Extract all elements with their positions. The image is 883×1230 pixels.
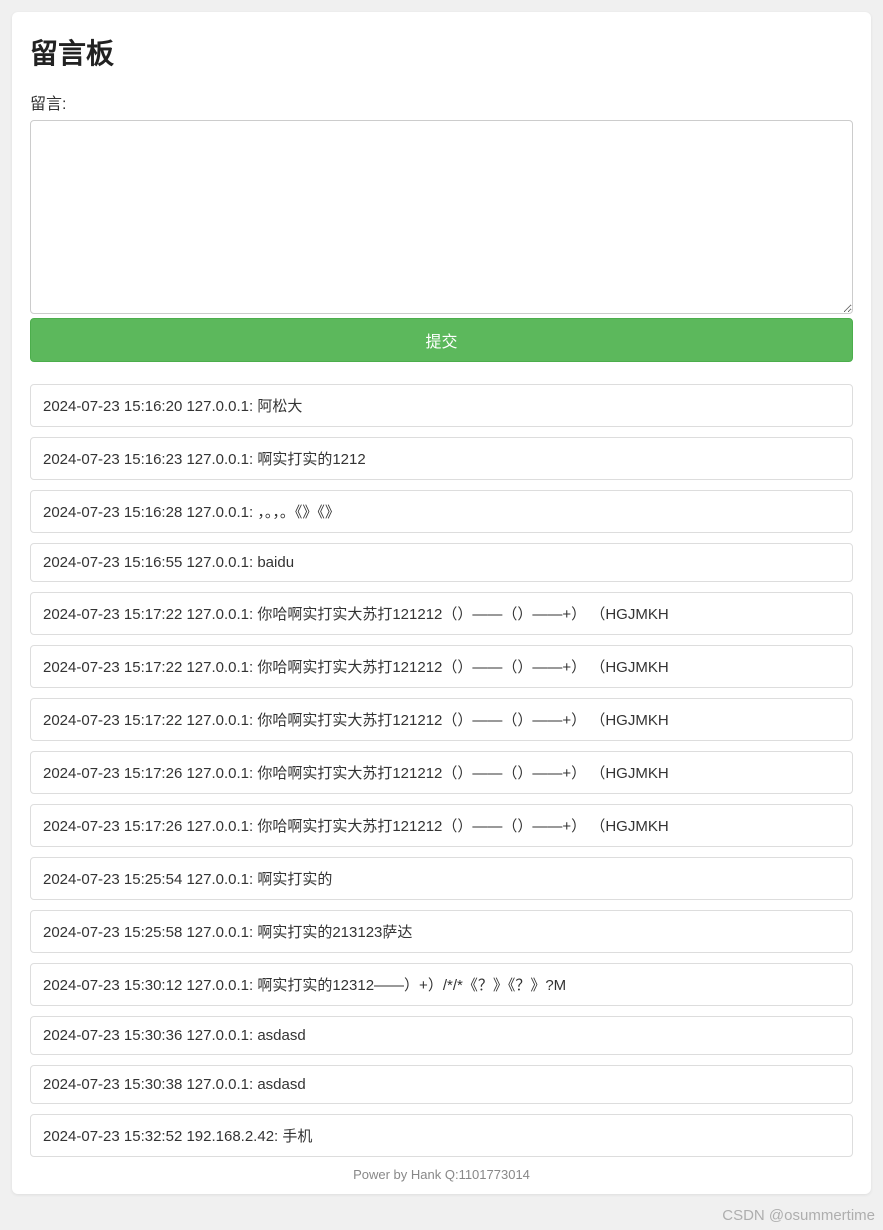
submit-button[interactable]: 提交: [30, 318, 853, 362]
message-row: 2024-07-23 15:17:26 127.0.0.1: 你哈啊实打实大苏打…: [30, 751, 853, 794]
message-row: 2024-07-23 15:25:54 127.0.0.1: 啊实打实的: [30, 857, 853, 900]
message-row: 2024-07-23 15:17:26 127.0.0.1: 你哈啊实打实大苏打…: [30, 804, 853, 847]
message-row: 2024-07-23 15:16:23 127.0.0.1: 啊实打实的1212: [30, 437, 853, 480]
message-row: 2024-07-23 15:17:22 127.0.0.1: 你哈啊实打实大苏打…: [30, 645, 853, 688]
message-row: 2024-07-23 15:32:52 192.168.2.42: 手机: [30, 1114, 853, 1157]
message-row: 2024-07-23 15:30:36 127.0.0.1: asdasd: [30, 1016, 853, 1055]
message-row: 2024-07-23 15:16:55 127.0.0.1: baidu: [30, 543, 853, 582]
message-input[interactable]: [30, 120, 853, 314]
message-row: 2024-07-23 15:25:58 127.0.0.1: 啊实打实的2131…: [30, 910, 853, 953]
message-row: 2024-07-23 15:17:22 127.0.0.1: 你哈啊实打实大苏打…: [30, 698, 853, 741]
message-row: 2024-07-23 15:17:22 127.0.0.1: 你哈啊实打实大苏打…: [30, 592, 853, 635]
footer-text: Power by Hank Q:1101773014: [30, 1167, 853, 1182]
message-row: 2024-07-23 15:16:20 127.0.0.1: 阿松大: [30, 384, 853, 427]
message-row: 2024-07-23 15:30:38 127.0.0.1: asdasd: [30, 1065, 853, 1104]
watermark: CSDN @osummertime: [722, 1207, 875, 1224]
message-row: 2024-07-23 15:30:12 127.0.0.1: 啊实打实的1231…: [30, 963, 853, 1006]
message-row: 2024-07-23 15:16:28 127.0.0.1: ，。，。《》《》: [30, 490, 853, 533]
message-list: 2024-07-23 15:16:20 127.0.0.1: 阿松大 2024-0…: [30, 384, 853, 1157]
message-board-card: 留言板 留言: 提交 2024-07-23 15:16:20 127.0.0.1…: [12, 12, 871, 1194]
page-title: 留言板: [30, 32, 853, 72]
message-label: 留言:: [30, 90, 853, 114]
